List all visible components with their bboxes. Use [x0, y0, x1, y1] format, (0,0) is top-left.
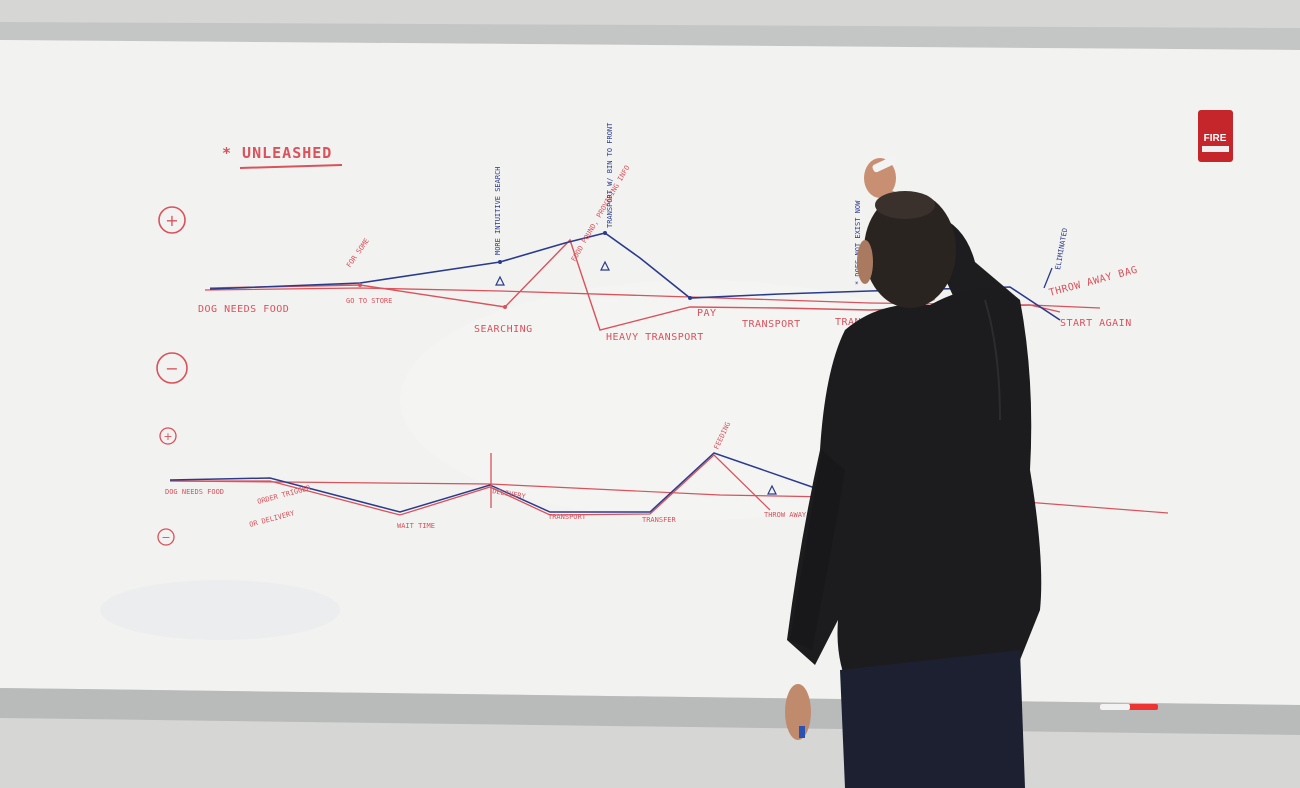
ear-face-side	[857, 240, 873, 284]
smudge	[100, 580, 340, 640]
whiteboard-photo: FIRE * UNLEASHED + − DOG NEEDS FOOD GO T…	[0, 0, 1300, 788]
label-transport-bin: TRANSPORT W/ BIN TO FRONT	[606, 122, 614, 228]
label-b-dog-needs-food: DOG NEEDS FOOD	[165, 488, 224, 496]
journey-point	[358, 283, 362, 287]
label-dog-needs-food: DOG NEEDS FOOD	[198, 304, 289, 315]
left-hand	[785, 684, 811, 740]
fire-alarm-handle	[1202, 146, 1229, 152]
label-transfer: TRANSFER	[642, 516, 677, 524]
scene-drawing: FIRE * UNLEASHED + − DOG NEEDS FOOD GO T…	[0, 0, 1300, 788]
board-title: * UNLEASHED	[222, 144, 332, 162]
label-pay: PAY	[697, 308, 717, 319]
plus-symbol: +	[163, 430, 172, 443]
journey-point	[498, 260, 502, 264]
journey-point	[603, 231, 607, 235]
red-marker-cap	[1100, 704, 1130, 710]
minus-symbol: −	[165, 359, 178, 378]
plus-symbol: +	[165, 211, 178, 230]
label-b-transport: TRANSPORT	[548, 513, 587, 521]
label-wait-time: WAIT TIME	[397, 522, 435, 530]
label-searching: SEARCHING	[474, 324, 533, 335]
journey-point	[688, 296, 692, 300]
hair-top	[875, 191, 935, 219]
label-more-intuitive-search: MORE INTUITIVE SEARCH	[494, 166, 502, 255]
journey-point	[503, 305, 507, 309]
label-transport: TRANSPORT	[742, 319, 801, 330]
label-heavy-transport: HEAVY TRANSPORT	[606, 332, 704, 343]
marker-cap-in-hand	[799, 726, 805, 738]
label-go-to-store: GO TO STORE	[346, 297, 392, 305]
label-start-again: START AGAIN	[1060, 318, 1132, 329]
fire-alarm: FIRE	[1198, 110, 1233, 162]
minus-symbol: −	[161, 531, 170, 544]
fire-label: FIRE	[1204, 133, 1227, 144]
jeans	[840, 650, 1025, 788]
